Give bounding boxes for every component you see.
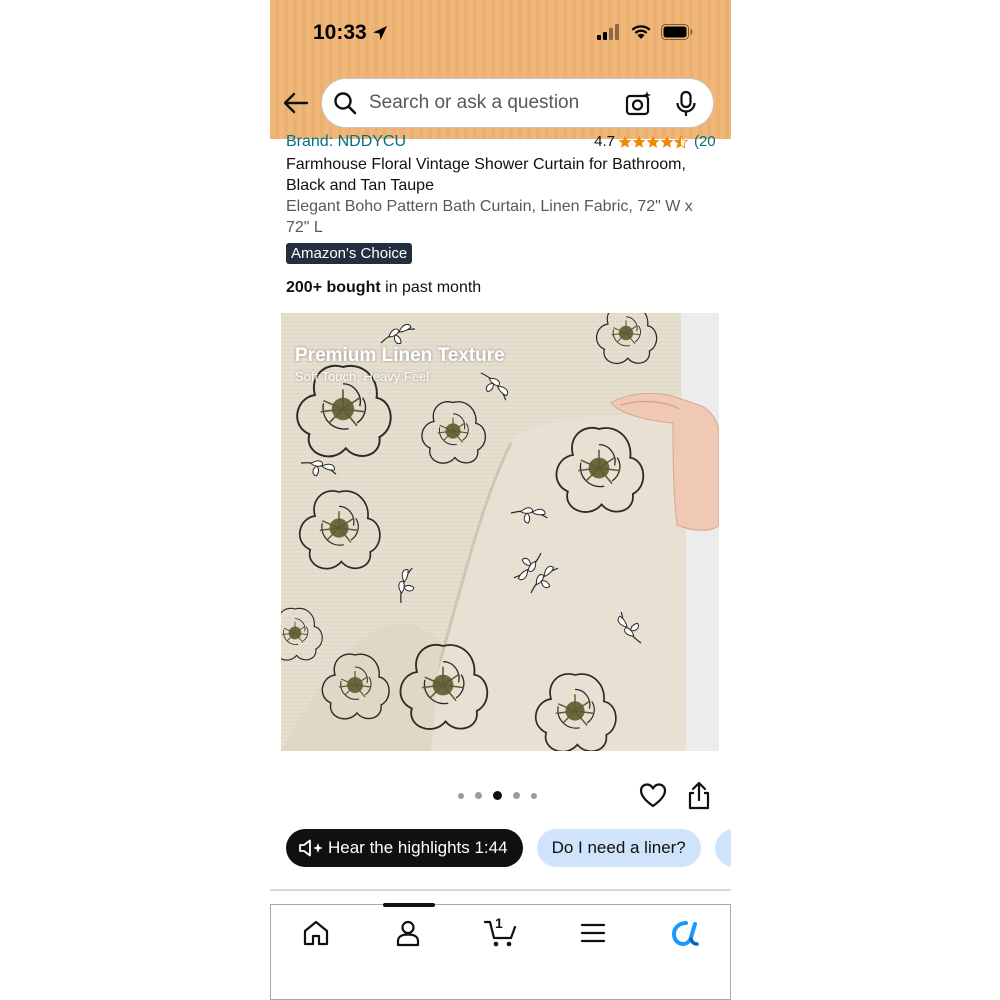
divider <box>270 889 731 891</box>
share-icon[interactable] <box>687 781 711 811</box>
phone-screen: 10:33 Search or ask a question Brand: ND… <box>270 0 731 1000</box>
rating-value: 4.7 <box>594 133 615 150</box>
partial-chip-label: H <box>730 838 731 858</box>
tab-rufus[interactable] <box>665 917 705 949</box>
product-subtitle: Elegant Boho Pattern Bath Curtain, Linen… <box>286 198 693 236</box>
account-icon <box>396 920 420 947</box>
status-icons <box>597 24 693 40</box>
header-area: 10:33 <box>270 0 731 139</box>
battery-icon <box>661 24 693 40</box>
search-bar[interactable] <box>321 78 714 128</box>
location-arrow-icon <box>372 26 387 40</box>
bought-count: 200+ bought in past month <box>286 279 481 297</box>
amazons-choice-badge[interactable]: Amazon's Choice <box>286 243 413 264</box>
image-caption-title: Premium Linen Texture <box>295 345 505 366</box>
image-caption: Premium Linen Texture Soft Touch, Heavy … <box>295 345 505 384</box>
bought-count-bold: 200+ bought <box>286 279 381 296</box>
arrow-left-icon <box>283 92 309 114</box>
menu-icon <box>580 923 606 943</box>
carousel-dots[interactable] <box>458 791 537 800</box>
tab-menu[interactable] <box>573 917 613 949</box>
cart-count: 1 <box>495 915 503 931</box>
microphone-icon[interactable] <box>673 90 699 118</box>
hear-highlights-chip[interactable]: Hear the highlights 1:44 <box>286 829 523 867</box>
suggestion-chips: Hear the highlights 1:44 Do I need a lin… <box>286 829 731 867</box>
heart-icon[interactable] <box>639 782 667 810</box>
wifi-icon <box>631 25 651 39</box>
carousel-dot[interactable] <box>458 792 464 799</box>
liner-question-label: Do I need a liner? <box>551 838 686 857</box>
rufus-icon <box>671 921 699 947</box>
liner-question-chip[interactable]: Do I need a liner? <box>536 829 701 867</box>
rating-summary[interactable]: 4.7 (209) <box>594 133 716 150</box>
rating-count: (209) <box>693 133 716 150</box>
image-caption-subtitle: Soft Touch, Heavy Feel <box>295 369 430 384</box>
bottom-tab-bar: 1 <box>270 903 731 1000</box>
camera-scan-icon[interactable] <box>625 90 653 118</box>
partial-chip[interactable]: H <box>714 829 731 867</box>
search-input[interactable] <box>367 91 611 115</box>
carousel-dot-active[interactable] <box>493 791 502 800</box>
tab-cart[interactable]: 1 <box>481 915 521 949</box>
carousel-dot[interactable] <box>475 792 482 799</box>
hear-highlights-label: Hear the highlights 1:44 <box>328 838 508 857</box>
tab-account[interactable] <box>388 917 428 949</box>
cellular-signal-icon <box>597 24 619 40</box>
active-tab-indicator <box>383 903 435 907</box>
product-title: Farmhouse Floral Vintage Shower Curtain … <box>286 156 686 194</box>
tab-home[interactable] <box>296 917 336 949</box>
home-icon <box>303 920 329 946</box>
carousel-dot[interactable] <box>531 792 537 799</box>
speaker-sparkle-icon <box>299 839 323 857</box>
product-image[interactable]: Premium Linen Texture Soft Touch, Heavy … <box>281 313 719 751</box>
brand-link[interactable]: Brand: NDDYCU <box>286 133 406 151</box>
search-icon[interactable] <box>333 91 357 115</box>
back-button[interactable] <box>282 89 310 117</box>
brand-rating-row: Brand: NDDYCU 4.7 (209) <box>286 133 716 153</box>
status-bar-time: 10:33 <box>313 21 389 45</box>
carousel-dot[interactable] <box>513 792 520 799</box>
bought-count-rest: in past month <box>380 279 482 296</box>
time-text: 10:33 <box>313 21 367 44</box>
star-rating-icon <box>618 134 688 148</box>
